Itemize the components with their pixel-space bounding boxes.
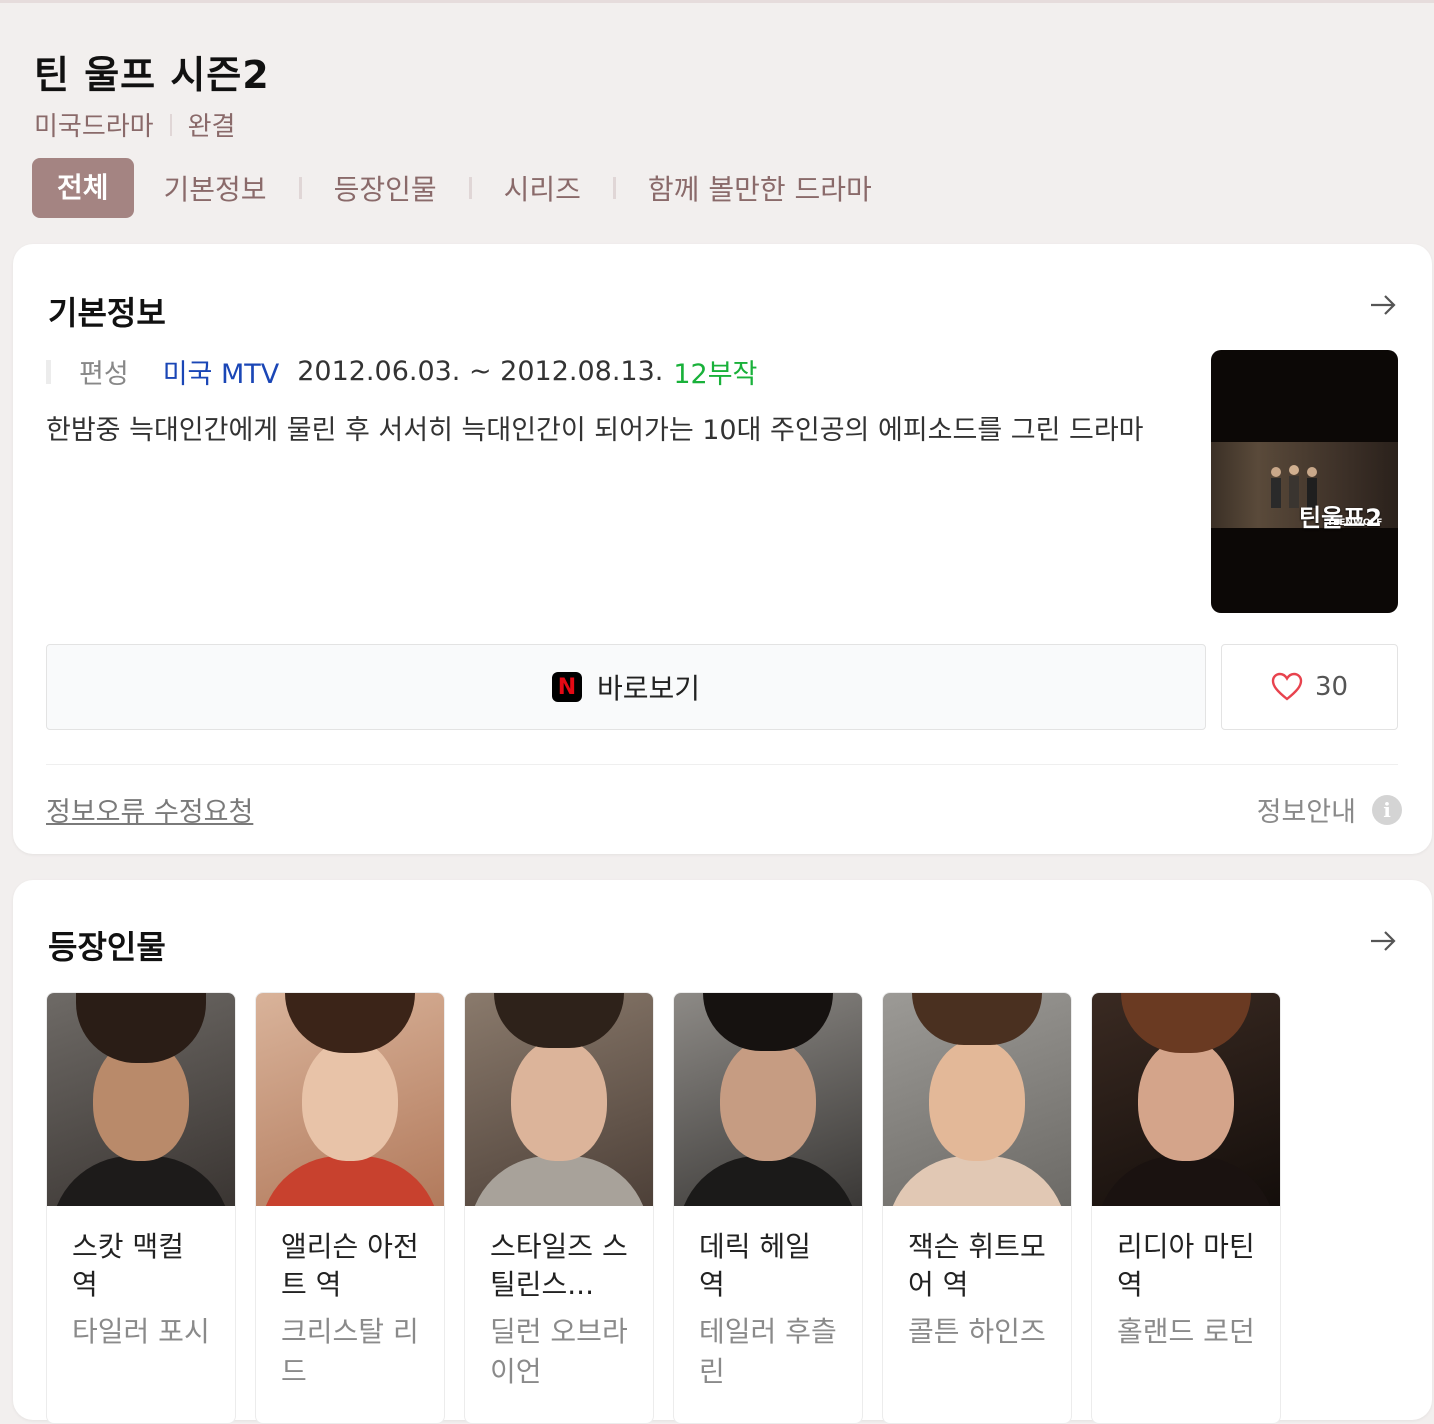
- tab-divider: [298, 177, 302, 199]
- report-error-link[interactable]: 정보오류 수정요청: [46, 790, 253, 829]
- cast-photo: [674, 993, 862, 1206]
- poster-image[interactable]: 틴울프2 TEENWOLF: [1211, 350, 1398, 613]
- meta-divider: [169, 113, 172, 136]
- cast-photo: [47, 993, 235, 1206]
- netflix-logo-letter: N: [557, 674, 577, 700]
- cast-actor: 딜런 오브라이언: [490, 1315, 628, 1388]
- cast-member[interactable]: 데릭 헤일 역 테일러 후츨린: [673, 992, 863, 1424]
- status-label: 완결: [187, 112, 236, 142]
- tab-series[interactable]: 시리즈: [504, 168, 581, 208]
- schedule-marker: [46, 359, 51, 384]
- cast-member[interactable]: 앨리슨 아전트 역 크리스탈 리드: [255, 992, 445, 1424]
- category-label: 미국드라마: [34, 112, 154, 142]
- title-meta: 미국드라마 완결: [34, 106, 235, 143]
- info-icon: i: [1372, 794, 1402, 825]
- cast-actor: 홀랜드 로던: [1117, 1315, 1255, 1348]
- tab-divider: [612, 177, 616, 199]
- schedule-label: 편성: [79, 359, 129, 390]
- basic-info-card: 기본정보 편성 미국 MTV 2012.06.03. ~ 2012.08.13.…: [13, 244, 1432, 854]
- like-count: 30: [1314, 672, 1349, 702]
- cast-list: 스캇 맥컬 역 타일러 포시 앨리슨 아전트 역 크리스탈 리드 스타일즈 스틸…: [46, 992, 1300, 1424]
- cast-member[interactable]: 리디아 마틴 역 홀랜드 로던: [1091, 992, 1281, 1424]
- tab-all[interactable]: 전체: [32, 158, 134, 218]
- cast-title: 등장인물: [48, 928, 166, 966]
- cast-photo: [883, 993, 1071, 1206]
- tab-basic-info[interactable]: 기본정보: [164, 168, 267, 208]
- cast-photo: [465, 993, 653, 1206]
- arrow-right-icon[interactable]: [1368, 926, 1398, 956]
- cast-role: 잭슨 휘트모어 역: [908, 1230, 1046, 1301]
- cast-role: 앨리슨 아전트 역: [281, 1230, 419, 1301]
- netflix-icon: N: [551, 672, 582, 702]
- info-guide-label: 정보안내: [1256, 797, 1356, 828]
- cast-card: 등장인물 스캇 맥컬 역 타일러 포시 앨리슨 아전트 역 크리스탈 리드 스타…: [13, 880, 1432, 1424]
- synopsis: 한밤중 늑대인간에게 물린 후 서서히 늑대인간이 되어가는 10대 주인공의 …: [46, 415, 1144, 446]
- poster-subtitle: TEENWOLF: [1327, 518, 1383, 528]
- cast-actor: 타일러 포시: [72, 1315, 210, 1348]
- tab-bar: 전체 기본정보 등장인물 시리즈 함께 볼만한 드라마: [32, 158, 872, 218]
- cast-role: 데릭 헤일 역: [699, 1230, 811, 1301]
- cast-member[interactable]: 잭슨 휘트모어 역 콜튼 하인즈: [882, 992, 1072, 1424]
- cast-actor: 테일러 후츨린: [699, 1315, 837, 1388]
- like-button[interactable]: 30: [1221, 644, 1398, 730]
- cast-actor: 크리스탈 리드: [281, 1315, 419, 1388]
- watch-now-button[interactable]: N 바로보기: [46, 644, 1206, 730]
- watch-now-label: 바로보기: [596, 672, 701, 705]
- channel-link[interactable]: 미국 MTV: [163, 352, 280, 391]
- cast-role: 리디아 마틴 역: [1117, 1230, 1255, 1301]
- basic-info-title: 기본정보: [48, 294, 166, 332]
- tab-cast[interactable]: 등장인물: [334, 168, 437, 208]
- page-title: 틴 울프 시즌2: [34, 53, 270, 97]
- card-divider: [46, 764, 1398, 765]
- heart-icon: [1271, 672, 1303, 701]
- info-guide-button[interactable]: 정보안내 i: [1257, 790, 1402, 829]
- cast-photo: [256, 993, 444, 1206]
- tab-recommended[interactable]: 함께 볼만한 드라마: [648, 168, 872, 208]
- top-border: [0, 0, 1434, 3]
- air-dates: 2012.06.03. ~ 2012.08.13.: [297, 356, 664, 387]
- episode-count: 12부작: [673, 359, 758, 390]
- cast-member[interactable]: 스캇 맥컬 역 타일러 포시: [46, 992, 236, 1424]
- tab-divider: [468, 177, 472, 199]
- cast-photo: [1092, 993, 1280, 1206]
- cast-actor: 콜튼 하인즈: [908, 1315, 1046, 1348]
- cast-role: 스캇 맥컬 역: [72, 1230, 184, 1301]
- cast-role: 스타일즈 스틸린스...: [490, 1230, 628, 1301]
- arrow-right-icon[interactable]: [1368, 290, 1398, 320]
- cast-member[interactable]: 스타일즈 스틸린스... 딜런 오브라이언: [464, 992, 654, 1424]
- schedule-row: 편성 미국 MTV 2012.06.03. ~ 2012.08.13. 12부작: [46, 352, 757, 391]
